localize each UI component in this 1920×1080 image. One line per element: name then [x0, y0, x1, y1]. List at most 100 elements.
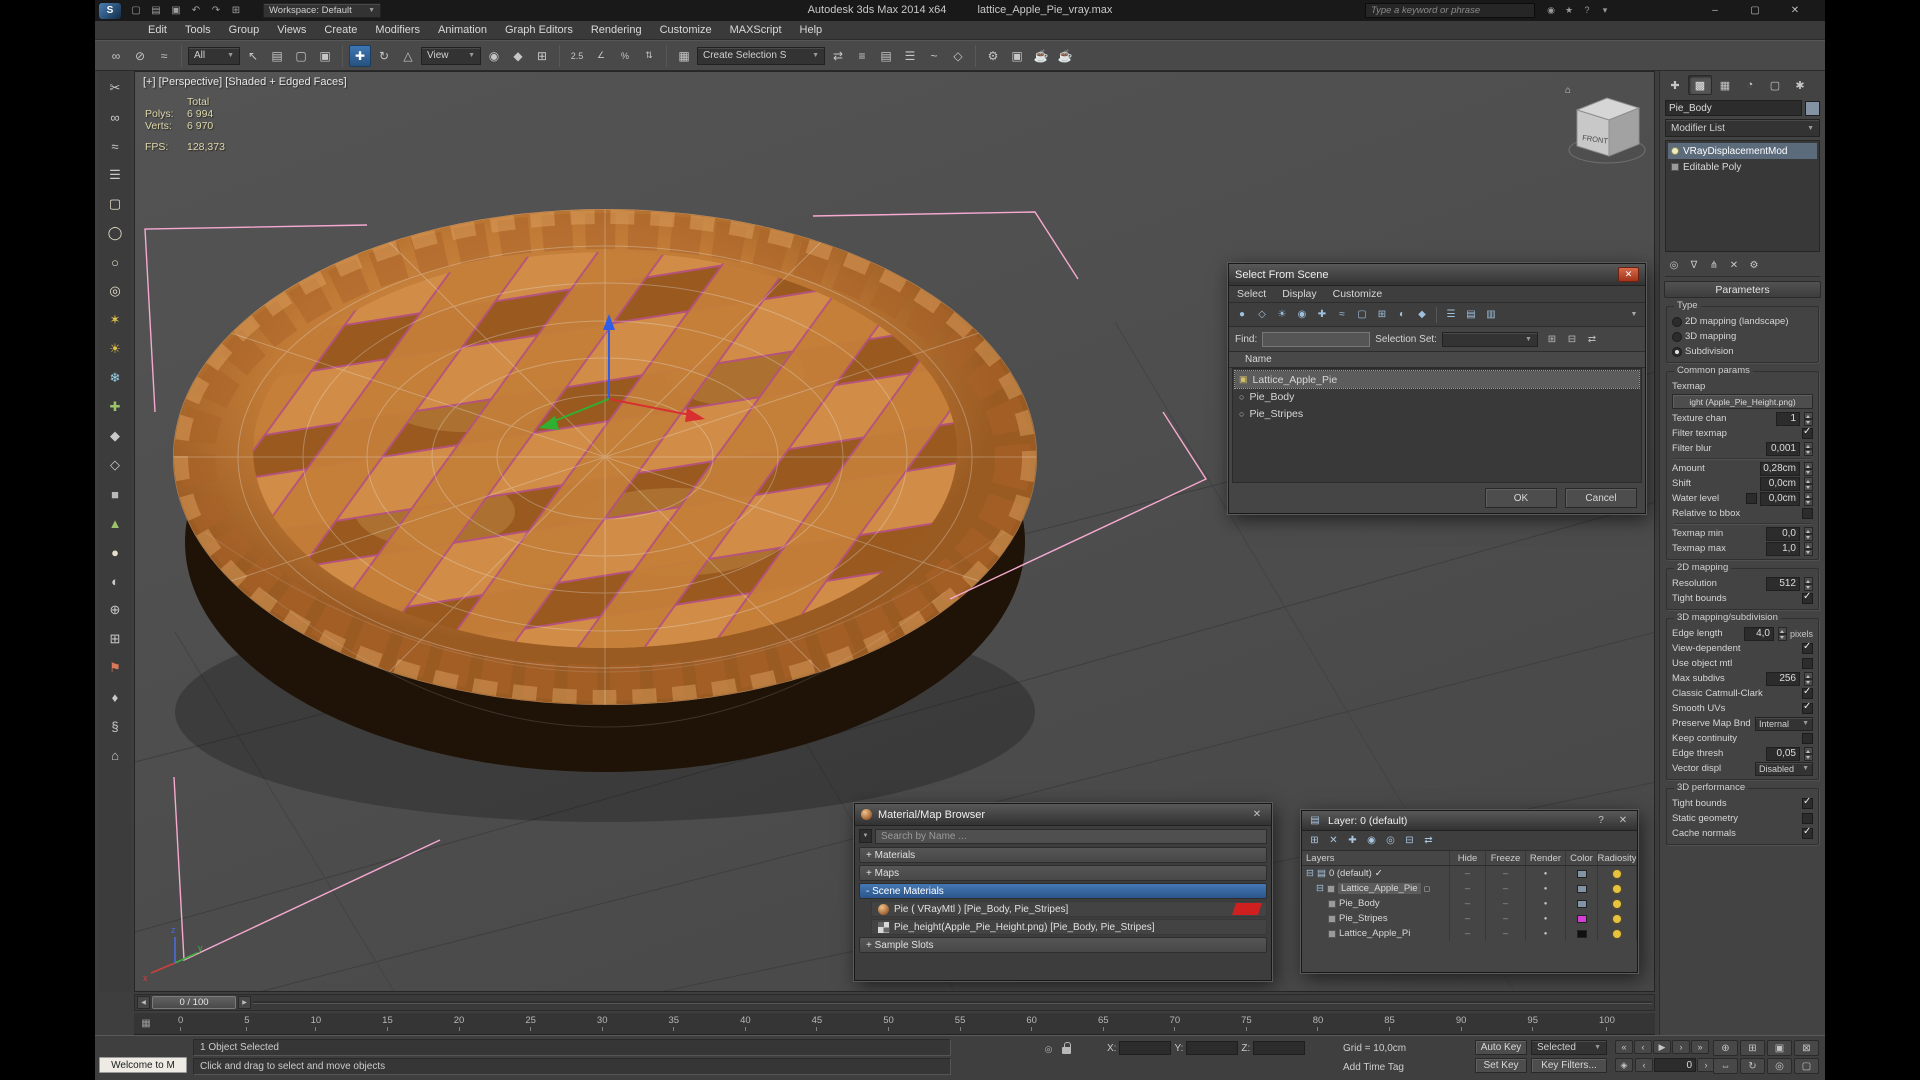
- scene-map-row[interactable]: Pie_height(Apple_Pie_Height.png) [Pie_Bo…: [871, 919, 1267, 935]
- display-cameras-icon[interactable]: ◉: [1293, 306, 1311, 324]
- menu-item[interactable]: Group: [220, 24, 269, 36]
- scene-materials-group-row[interactable]: - Scene Materials: [859, 883, 1267, 899]
- pie-object[interactable]: [142, 72, 1086, 924]
- snowflake-icon[interactable]: ❄: [103, 367, 127, 389]
- orbit-icon[interactable]: ↻: [1740, 1058, 1765, 1074]
- close-icon[interactable]: ✕: [1618, 267, 1639, 282]
- infocenter-search-input[interactable]: [1365, 3, 1535, 18]
- menu-item[interactable]: Graph Editors: [496, 24, 582, 36]
- relative-bbox-checkbox[interactable]: [1802, 508, 1813, 519]
- resolution-field[interactable]: 512: [1766, 577, 1800, 591]
- menu-item[interactable]: Customize: [651, 24, 721, 36]
- edge-thresh-field[interactable]: 0,05: [1766, 747, 1800, 761]
- wave-icon[interactable]: ≈: [103, 135, 127, 157]
- make-unique-icon[interactable]: ⋔: [1705, 257, 1723, 275]
- keyboard-override-icon[interactable]: ⊞: [531, 45, 553, 67]
- tab-display-icon[interactable]: ▢: [1763, 75, 1787, 95]
- toolbar-overflow-icon[interactable]: ▼: [1627, 306, 1641, 324]
- radio-2d-mapping[interactable]: [1672, 317, 1682, 327]
- configure-modifier-sets-icon[interactable]: ⚙: [1745, 257, 1763, 275]
- display-geometry-icon[interactable]: ●: [1233, 306, 1251, 324]
- zoom-window-icon[interactable]: ⊞: [1740, 1040, 1765, 1056]
- water-level-checkbox[interactable]: [1746, 493, 1757, 504]
- sign-in-icon[interactable]: ◉: [1543, 2, 1559, 18]
- undo-icon[interactable]: ↶: [187, 3, 205, 19]
- display-lights-icon[interactable]: ☀: [1273, 306, 1291, 324]
- key-selection-dropdown[interactable]: Selected▼: [1531, 1040, 1607, 1055]
- pan-icon[interactable]: ⇔: [1713, 1058, 1738, 1074]
- track-bar[interactable]: 0510152025303540455055606570758085909510…: [134, 1013, 1655, 1035]
- catmull-clark-checkbox[interactable]: [1802, 688, 1813, 699]
- star-shape-icon[interactable]: ✶: [103, 309, 127, 331]
- window-crossing-icon[interactable]: ▣: [314, 45, 336, 67]
- select-invert-icon[interactable]: ⇄: [1583, 330, 1601, 348]
- add-time-tag[interactable]: Add Time Tag: [1343, 1062, 1404, 1073]
- ellipse-shape-icon[interactable]: ◯: [103, 222, 127, 244]
- max-subdivs-field[interactable]: 256: [1766, 672, 1800, 686]
- find-input[interactable]: [1262, 332, 1370, 347]
- filter-blur-field[interactable]: 0,001: [1766, 442, 1800, 456]
- reference-coordinate-dropdown[interactable]: View▼: [421, 47, 481, 65]
- texmap-max-field[interactable]: 1,0: [1766, 542, 1800, 556]
- rectangle-shape-icon[interactable]: ▢: [103, 193, 127, 215]
- display-helpers-icon[interactable]: ✚: [1313, 306, 1331, 324]
- delete-layer-icon[interactable]: ✕: [1325, 833, 1342, 849]
- isolate-selection-icon[interactable]: ◎: [1041, 1042, 1056, 1056]
- modifier-list-dropdown[interactable]: Modifier List▼: [1665, 119, 1820, 137]
- render-setup-icon[interactable]: ⚙: [982, 45, 1004, 67]
- previous-key-icon[interactable]: ‹: [1635, 1058, 1653, 1072]
- radiosity-icon[interactable]: [1613, 885, 1621, 893]
- browser-options-icon[interactable]: ▼: [859, 829, 872, 843]
- viewport-label[interactable]: [+] [Perspective] [Shaded + Edged Faces]: [143, 76, 347, 88]
- walk-through-icon[interactable]: ◎: [1767, 1058, 1792, 1074]
- spinner[interactable]: [1804, 577, 1813, 591]
- menu-item[interactable]: Modifiers: [366, 24, 429, 36]
- view-tree-icon[interactable]: ▤: [1462, 306, 1480, 324]
- spinner[interactable]: [1804, 542, 1813, 556]
- shift-field[interactable]: 0,0cm: [1760, 477, 1800, 491]
- spinner[interactable]: [1804, 412, 1813, 426]
- display-groups-icon[interactable]: ▢: [1353, 306, 1371, 324]
- select-dialog-titlebar[interactable]: Select From Scene ✕: [1229, 264, 1645, 286]
- hide-freeze-toggle-icon[interactable]: ⇄: [1420, 833, 1437, 849]
- parameters-rollout[interactable]: Parameters: [1664, 281, 1821, 298]
- merge-layer-icon[interactable]: ⊟: [1401, 833, 1418, 849]
- curve-editor-icon[interactable]: ~: [923, 45, 945, 67]
- select-and-move-icon[interactable]: ✚: [349, 45, 371, 67]
- snap-toggle-icon[interactable]: 2.5: [566, 45, 588, 67]
- radiosity-icon[interactable]: [1613, 930, 1621, 938]
- radiosity-icon[interactable]: [1613, 870, 1621, 878]
- radiosity-icon[interactable]: [1613, 900, 1621, 908]
- tab-create-icon[interactable]: ✚: [1663, 75, 1687, 95]
- zoom-icon[interactable]: ⊕: [1713, 1040, 1738, 1056]
- vector-displacement-dropdown[interactable]: Disabled▼: [1755, 762, 1813, 776]
- sun-icon[interactable]: ☀: [103, 338, 127, 360]
- display-shapes-icon[interactable]: ◇: [1253, 306, 1271, 324]
- spinner[interactable]: [1804, 492, 1813, 506]
- save-file-icon[interactable]: ▣: [167, 3, 185, 19]
- display-materials-icon[interactable]: ◐: [1393, 306, 1411, 324]
- y-coordinate-field[interactable]: [1186, 1041, 1238, 1055]
- previous-frame-button[interactable]: ◀: [137, 996, 150, 1009]
- edit-named-selection-sets-icon[interactable]: ▦: [673, 45, 695, 67]
- section-icon[interactable]: §: [103, 715, 127, 737]
- layer-color-swatch[interactable]: [1577, 930, 1587, 938]
- water-level-field[interactable]: 0,0cm: [1760, 492, 1800, 506]
- layer-color-swatch[interactable]: [1577, 870, 1587, 878]
- layer-row[interactable]: Pie_Body ––●: [1302, 896, 1637, 911]
- tab-hierarchy-icon[interactable]: ▦: [1713, 75, 1737, 95]
- help-icon[interactable]: ?: [1593, 814, 1609, 828]
- texmap-min-field[interactable]: 0,0: [1766, 527, 1800, 541]
- square-icon[interactable]: ■: [103, 483, 127, 505]
- selection-lock-icon[interactable]: [1059, 1043, 1074, 1057]
- show-end-result-icon[interactable]: ∇: [1685, 257, 1703, 275]
- rectangular-selection-region-icon[interactable]: ▢: [290, 45, 312, 67]
- close-button[interactable]: ✕: [1775, 0, 1815, 20]
- home-icon[interactable]: ⌂: [103, 744, 127, 766]
- pin-stack-icon[interactable]: ◎: [1665, 257, 1683, 275]
- filter-texmap-checkbox[interactable]: [1802, 428, 1813, 439]
- select-all-icon[interactable]: ⊞: [1543, 330, 1561, 348]
- remove-modifier-icon[interactable]: ✕: [1725, 257, 1743, 275]
- tab-motion-icon[interactable]: ◔: [1738, 75, 1762, 95]
- close-icon[interactable]: ✕: [1249, 808, 1265, 822]
